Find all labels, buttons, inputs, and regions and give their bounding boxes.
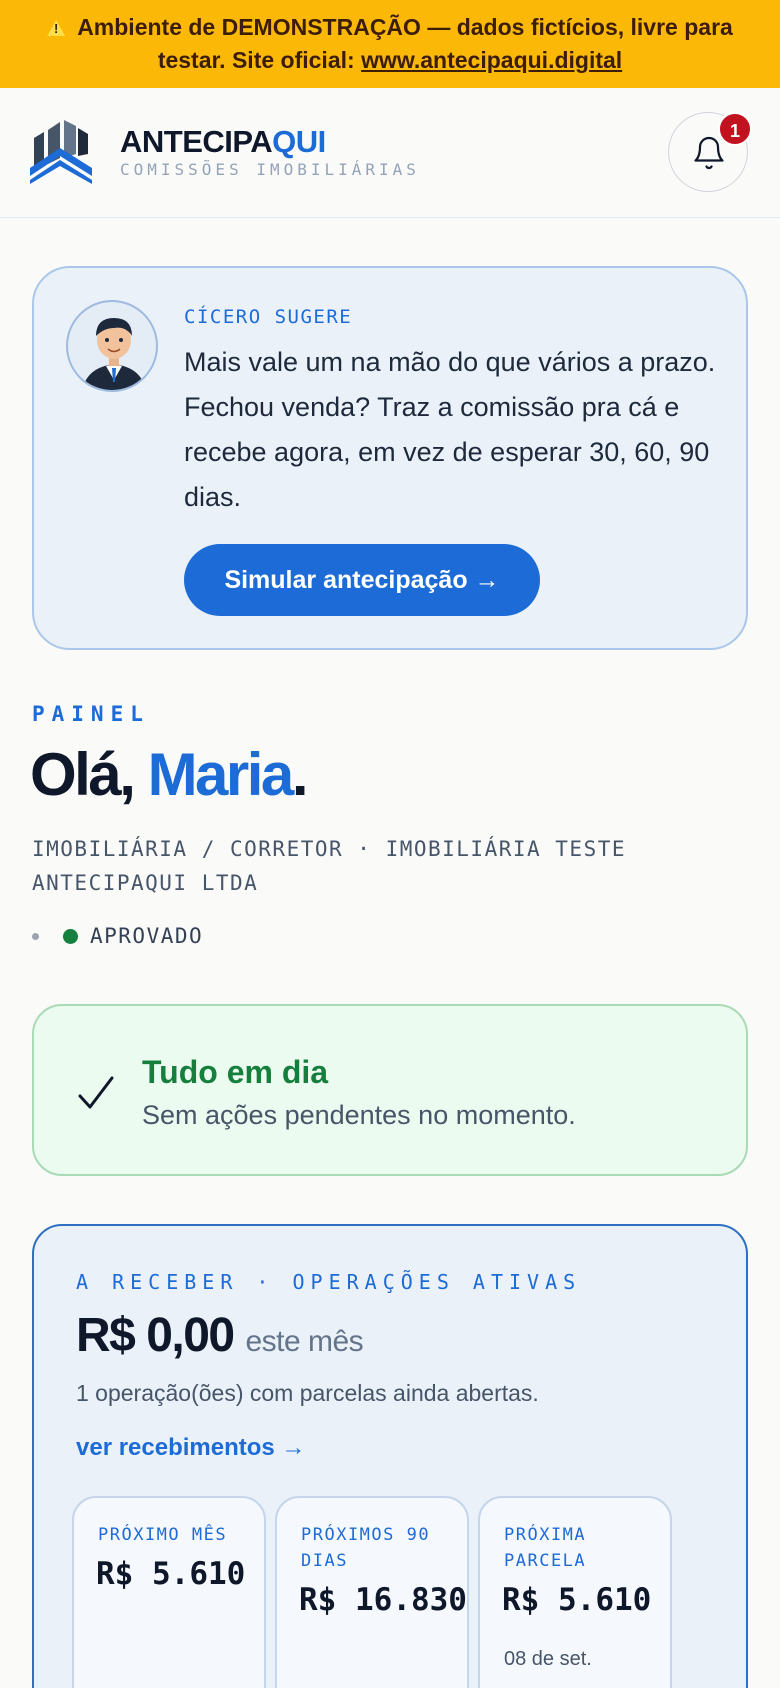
kpi-label: PRÓXIMO MÊS [98,1525,228,1545]
receivables-amount: R$ 0,00 este mês [76,1309,364,1362]
cicero-message: Mais vale um na mão do que vários a praz… [184,347,716,512]
kpi-value: R$ 5.610 [502,1582,652,1618]
brand-tagline: COMISSÕES IMOBILIÁRIAS [120,160,420,179]
separator-dot [32,933,39,940]
all-clear-title: Tudo em dia [142,1054,329,1090]
status-text: APROVADO [90,924,204,948]
all-clear-message: Sem ações pendentes no momento. [142,1100,576,1130]
kpi-label: PRÓXIMOS 90 DIAS [301,1525,431,1571]
cicero-label: CÍCERO SUGERE [184,306,353,328]
view-receipts-link[interactable]: ver recebimentos → [76,1434,305,1462]
warning-icon: ! [47,20,66,36]
kpi-card-next-month[interactable]: PRÓXIMO MÊS R$ 5.610 [72,1496,266,1688]
logo-icon [30,120,92,184]
cicero-suggestion-card: CÍCERO SUGERE Mais vale um na mão do que… [32,266,748,650]
receivables-note: 1 operação(ões) com parcelas ainda abert… [76,1380,539,1406]
kpi-card-next-90-days[interactable]: PRÓXIMOS 90 DIAS R$ 16.830 [275,1496,469,1688]
demo-banner: ! Ambiente de DEMONSTRAÇÃO — dados fictíc… [0,0,780,88]
section-label: PAINEL [32,702,150,726]
simulate-advance-button[interactable]: Simular antecipação → [184,544,540,616]
status-dot-icon [63,929,78,944]
cicero-avatar [66,300,158,392]
kpi-value: R$ 16.830 [299,1582,467,1618]
receivables-label: A RECEBER · OPERAÇÕES ATIVAS [76,1270,582,1294]
account-subtitle: IMOBILIÁRIA / CORRETOR · IMOBILIÁRIA TES… [32,837,627,895]
kpi-label: PRÓXIMA PARCELA [504,1525,587,1571]
kpi-value: R$ 5.610 [96,1556,246,1592]
account-status: APROVADO [32,924,203,948]
receivables-card: A RECEBER · OPERAÇÕES ATIVAS R$ 0,00 est… [32,1224,748,1688]
user-name: Maria [147,741,295,808]
app-header: ANTECIPAQUI COMISSÕES IMOBILIÁRIAS [0,88,780,218]
greeting-heading: Olá, Maria. [30,741,309,808]
brand-name[interactable]: ANTECIPAQUI [120,124,326,160]
kpi-card-next-installment[interactable]: PRÓXIMA PARCELA R$ 5.610 08 de set. [478,1496,672,1688]
official-site-link[interactable]: www.antecipaqui.digital [361,47,622,73]
notification-badge: 1 [718,112,752,146]
checkmark-icon [78,1076,114,1109]
all-clear-card: Tudo em dia Sem ações pendentes no momen… [32,1004,748,1176]
kpi-date: 08 de set. [504,1648,592,1670]
